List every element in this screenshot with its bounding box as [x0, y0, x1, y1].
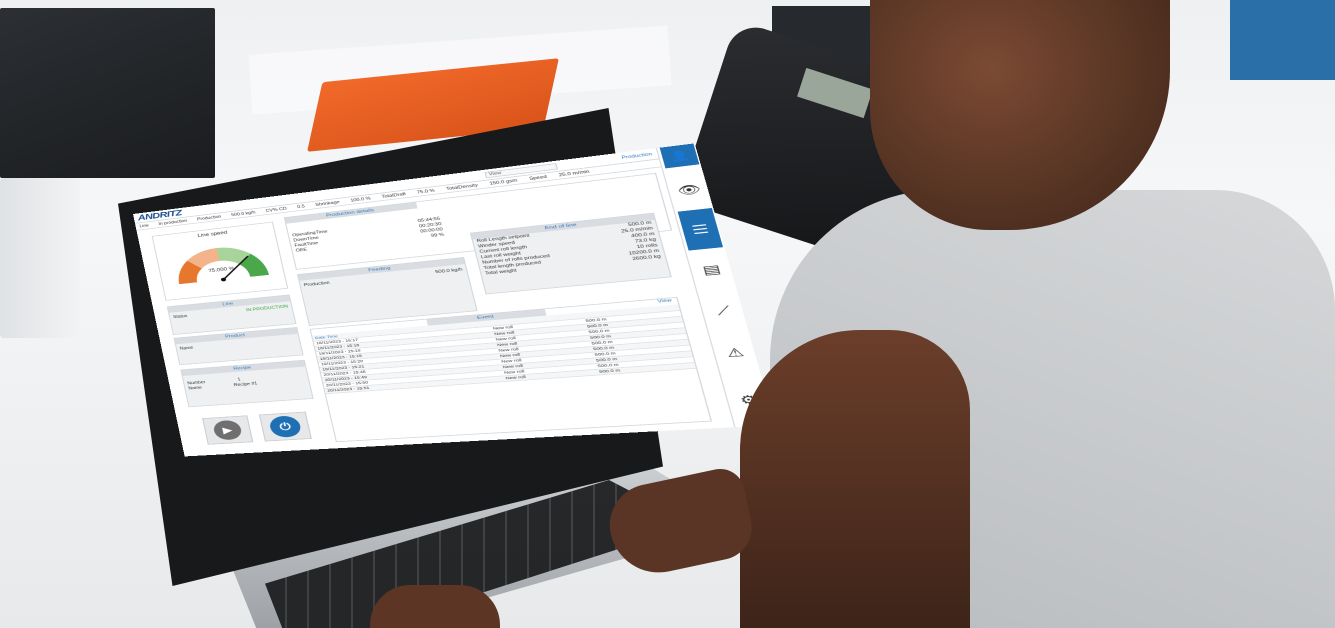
line-label: Line [139, 223, 149, 228]
person-arm [740, 330, 970, 628]
user-icon[interactable]: 👤 [660, 143, 700, 168]
background-blue-screen [1230, 0, 1335, 80]
recipe-name-label: Name [188, 386, 203, 392]
line-speed-panel: Line speed 75.000 % [152, 222, 289, 301]
recipe-name-value: Recipe #1 [233, 382, 258, 389]
power-icon: ⏻ [268, 415, 303, 438]
stat-cv-value: 0.5 [297, 204, 305, 209]
play-icon: ▶ [212, 420, 243, 441]
status-label: Status [173, 314, 188, 320]
left-monitor [0, 8, 215, 178]
document-icon[interactable]: ▤ [691, 257, 732, 282]
left-hand [370, 585, 500, 628]
trend-icon[interactable]: ⟋ [703, 298, 744, 322]
status-value: IN PRODUCTION [246, 304, 289, 313]
product-name-label: Name [180, 346, 194, 352]
stat-production-label: Production [197, 214, 222, 221]
stat-speed-value: 25.0 m/min [558, 169, 590, 177]
oee-unit: % [438, 233, 444, 238]
stat-density-label: TotalDensity [446, 183, 479, 191]
eol-row-value: 2600.0 kg [632, 254, 662, 262]
stat-production-value: 500.0 kg/h [231, 210, 256, 217]
eye-icon[interactable]: 👁 [669, 177, 709, 202]
oee-label: OEE [295, 248, 307, 254]
list-icon[interactable]: ☰ [678, 208, 723, 251]
recipe-panel: Recipe Number 1 Name Recipe #1 [180, 360, 313, 408]
feeding-production-label: Production [303, 281, 330, 289]
warning-icon[interactable]: ⚠ [715, 340, 756, 364]
stat-draft-value: 75.0 % [416, 188, 435, 195]
stat-speed-label: Speed [529, 174, 548, 181]
stat-shrinkage-label: Shrinkage [315, 200, 340, 207]
oee-value: 99 [430, 233, 438, 238]
stat-draft-label: TotalDraft [381, 192, 406, 199]
stat-density-value: 150.0 gsm [489, 178, 518, 186]
production-link[interactable]: Production [621, 152, 653, 161]
feeding-production-value: 500.0 kg/h [435, 267, 463, 275]
stat-shrinkage-value: 100.0 % [350, 196, 371, 203]
stat-cv-label: CV% CD [265, 206, 287, 213]
start-button[interactable]: ▶ [202, 415, 253, 444]
left-monitor-stand [0, 178, 80, 338]
events-view-link[interactable]: View [657, 298, 673, 306]
power-button[interactable]: ⏻ [259, 412, 312, 442]
office-scene: ANDRITZ View Production Line In producti… [0, 0, 1335, 628]
line-status: In production [158, 218, 187, 226]
